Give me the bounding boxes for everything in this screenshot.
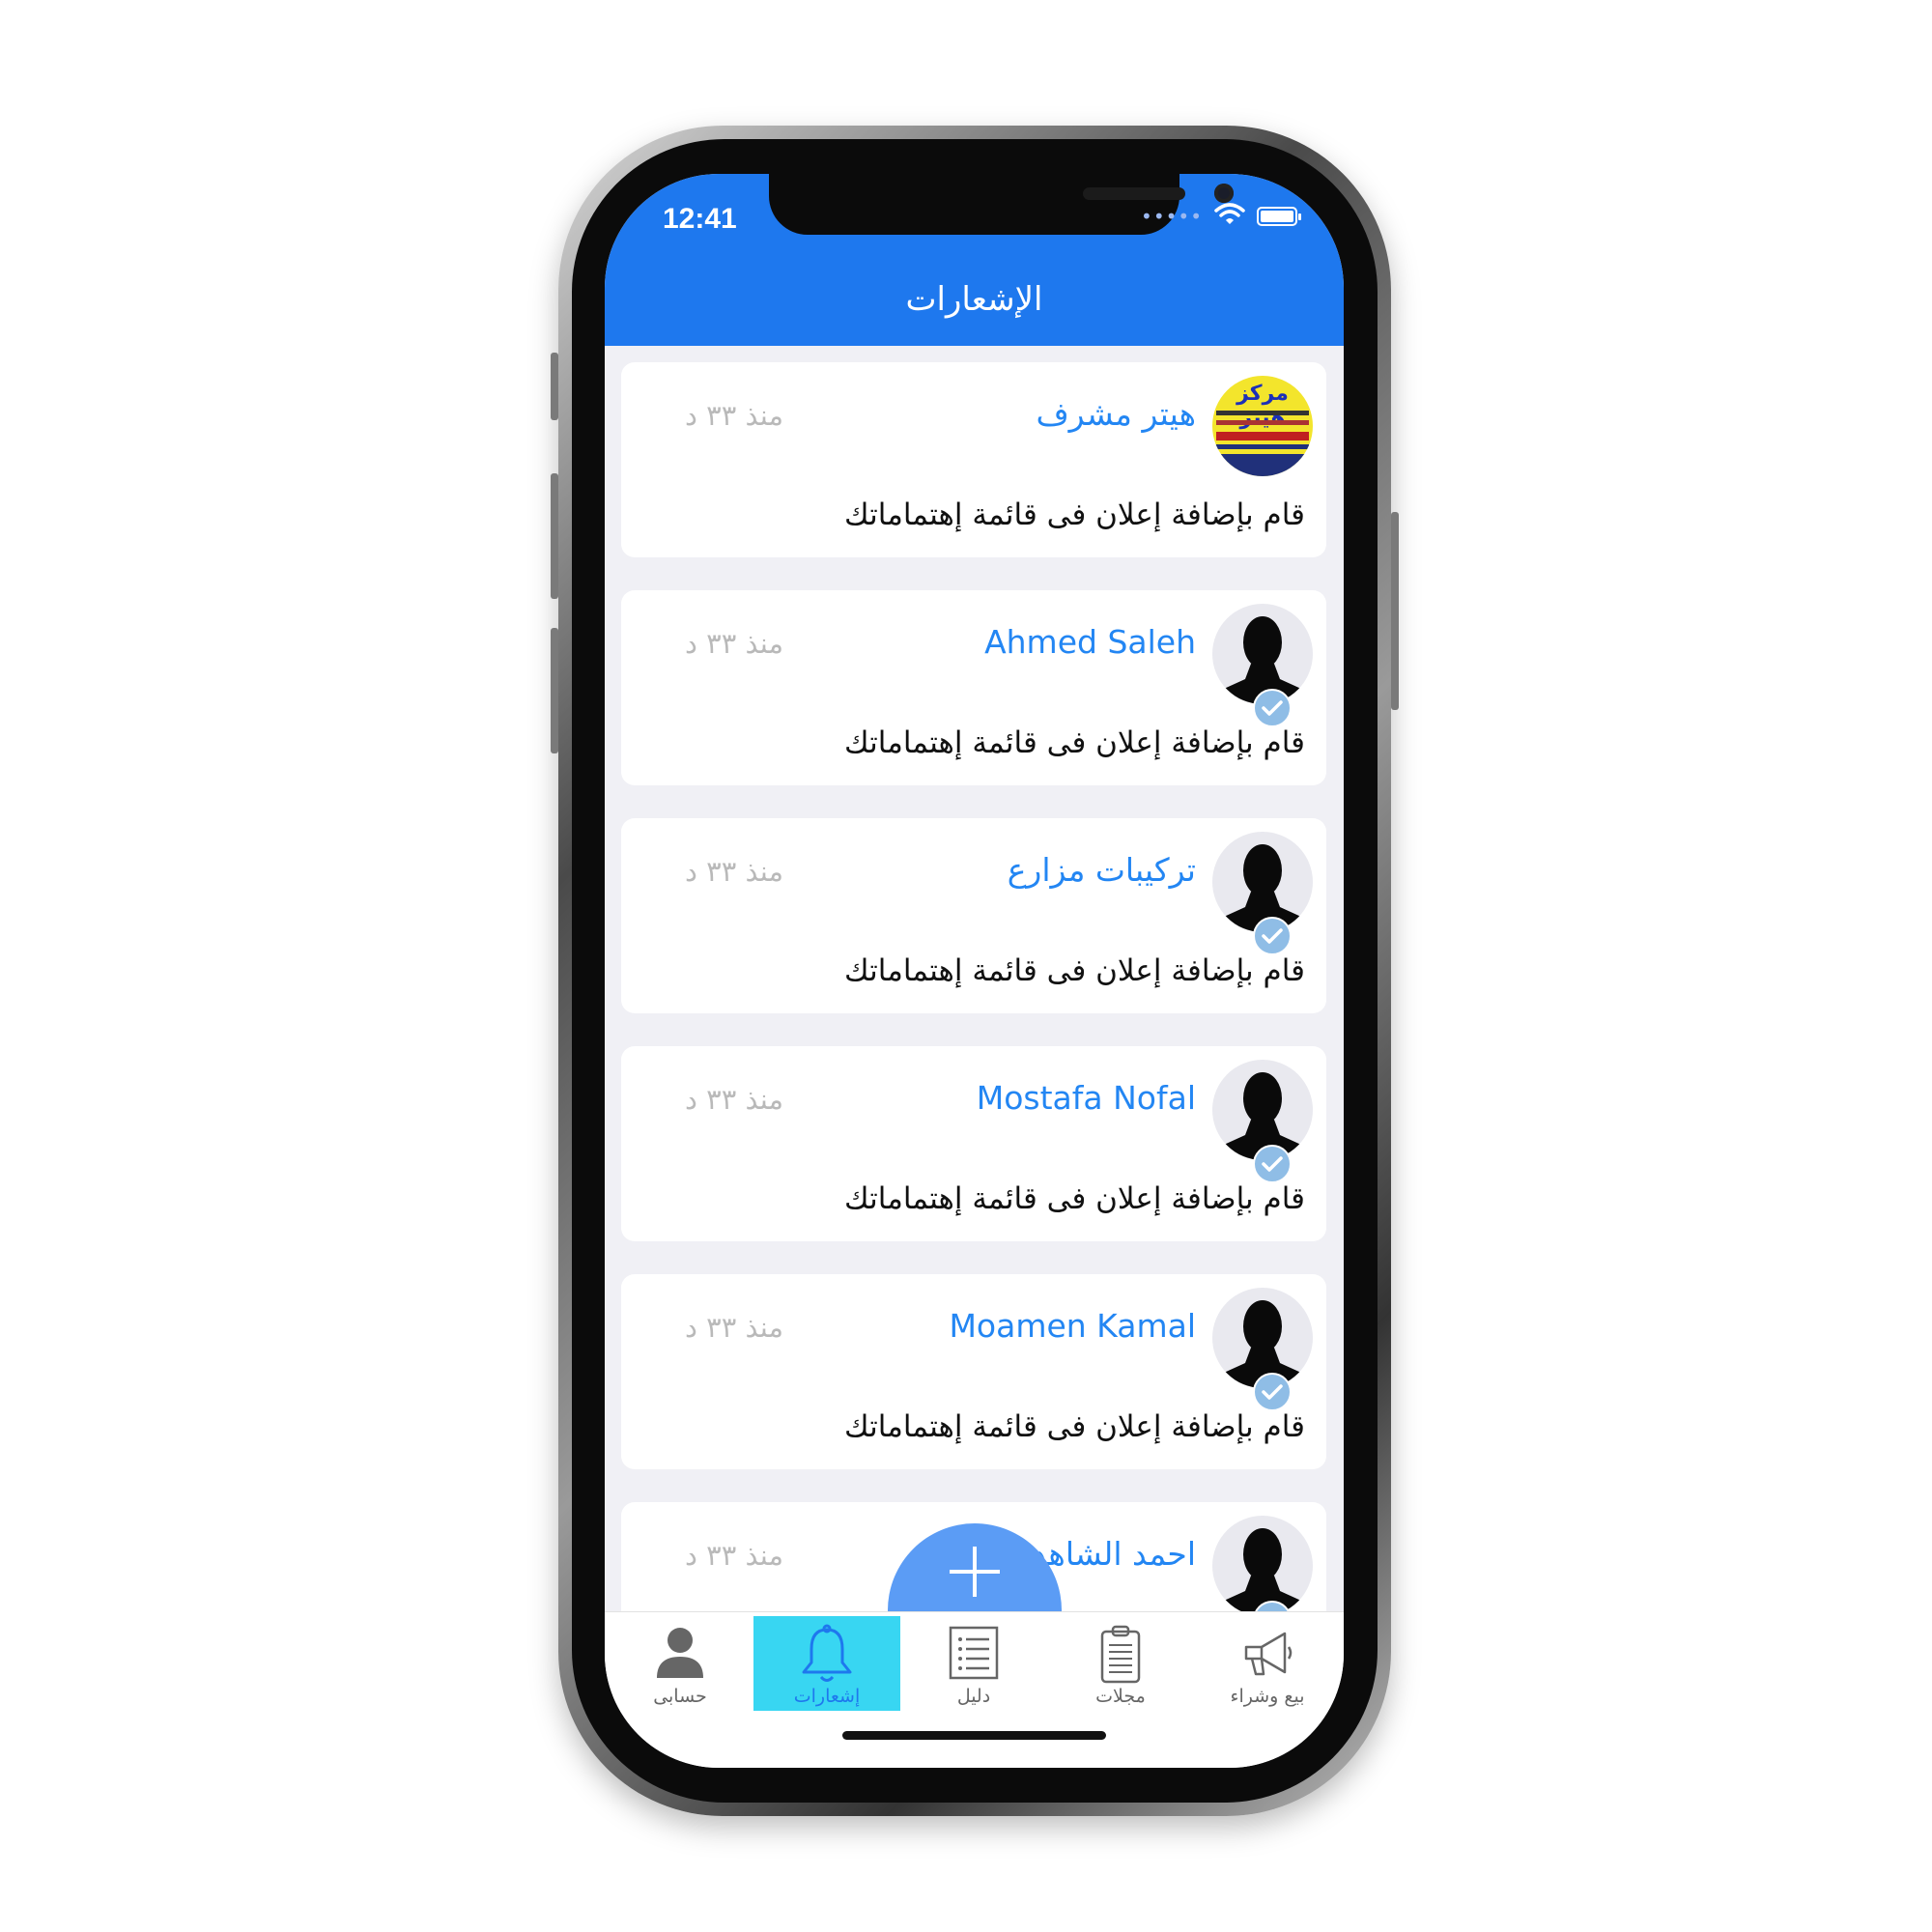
business-logo-icon: مركز هيتر	[1212, 376, 1313, 476]
power-button	[1391, 512, 1399, 710]
signal-dots: •••••	[1141, 205, 1203, 228]
verified-badge-icon	[1253, 1145, 1292, 1183]
tab-magazines[interactable]: مجلات	[1047, 1616, 1194, 1711]
notification-message: قام بإضافة إعلان فى قائمة إهتماماتك	[844, 1181, 1305, 1216]
sender-name[interactable]: هيتر مشرف	[1036, 395, 1196, 433]
notification-card[interactable]: مركز هيتر هيتر مشرف منذ ٣٣ د قام بإضافة …	[621, 362, 1326, 557]
bell-icon	[798, 1624, 856, 1690]
notification-message: قام بإضافة إعلان فى قائمة إهتماماتك	[844, 497, 1305, 532]
tab-notifications[interactable]: إشعارات	[753, 1616, 900, 1711]
bottom-tab-bar: حسابى إشعارات دليل مجلات بيع وشراء	[605, 1611, 1344, 1768]
verified-badge-icon	[1253, 1373, 1292, 1411]
tab-label: حسابى	[653, 1686, 707, 1707]
home-indicator[interactable]	[842, 1731, 1106, 1740]
wifi-icon	[1214, 203, 1245, 230]
avatar[interactable]	[1212, 1516, 1313, 1639]
timestamp: منذ ٣٣ د	[685, 627, 784, 660]
status-indicators: •••••	[1141, 203, 1301, 230]
notch	[769, 174, 1234, 235]
notification-card[interactable]: تركيبات مزارع منذ ٣٣ د قام بإضافة إعلان …	[621, 818, 1326, 1013]
page-title: الإشعارات	[905, 280, 1043, 319]
avatar[interactable]	[1212, 1060, 1313, 1183]
notification-card[interactable]: Moamen Kamal منذ ٣٣ د قام بإضافة إعلان ف…	[621, 1274, 1326, 1469]
user-icon	[651, 1624, 709, 1686]
volume-down-button	[551, 628, 558, 753]
avatar[interactable]	[1212, 832, 1313, 955]
verified-badge-icon	[1253, 917, 1292, 955]
sender-name[interactable]: Mostafa Nofal	[977, 1079, 1196, 1117]
list-icon	[947, 1624, 1001, 1686]
notification-message: قام بإضافة إعلان فى قائمة إهتماماتك	[844, 953, 1305, 988]
avatar[interactable]	[1212, 1288, 1313, 1411]
tab-label: إشعارات	[793, 1686, 861, 1707]
tab-account[interactable]: حسابى	[607, 1616, 753, 1711]
timestamp: منذ ٣٣ د	[685, 855, 784, 888]
tab-label: بيع وشراء	[1230, 1686, 1305, 1707]
clipboard-icon	[1096, 1624, 1145, 1688]
verified-badge-icon	[1253, 689, 1292, 727]
battery-icon	[1257, 207, 1301, 226]
sender-name[interactable]: تركيبات مزارع	[1008, 851, 1196, 889]
tab-label: دليل	[956, 1686, 991, 1707]
app-screen: 12:41 ••••• الإشعارات مركز هيتر هيتر مشر…	[605, 174, 1344, 1768]
front-camera	[1214, 184, 1234, 203]
timestamp: منذ ٣٣ د	[685, 399, 784, 432]
app-header: 12:41 ••••• الإشعارات	[605, 174, 1344, 346]
tab-directory[interactable]: دليل	[900, 1616, 1047, 1711]
avatar[interactable]	[1212, 604, 1313, 727]
sender-name[interactable]: Ahmed Saleh	[984, 623, 1196, 661]
notification-card[interactable]: Mostafa Nofal منذ ٣٣ د قام بإضافة إعلان …	[621, 1046, 1326, 1241]
timestamp: منذ ٣٣ د	[685, 1311, 784, 1344]
sender-name[interactable]: احمد الشاهد	[1032, 1535, 1196, 1573]
tab-buy-sell[interactable]: بيع وشراء	[1194, 1616, 1341, 1711]
avatar[interactable]: مركز هيتر	[1212, 376, 1313, 476]
timestamp: منذ ٣٣ د	[685, 1539, 784, 1572]
timestamp: منذ ٣٣ د	[685, 1083, 784, 1116]
notification-message: قام بإضافة إعلان فى قائمة إهتماماتك	[844, 1409, 1305, 1444]
earpiece-speaker	[1083, 187, 1185, 200]
notification-card[interactable]: Ahmed Saleh منذ ٣٣ د قام بإضافة إعلان فى…	[621, 590, 1326, 785]
tab-label: مجلات	[1095, 1686, 1146, 1707]
volume-up-button	[551, 473, 558, 599]
sender-name[interactable]: Moamen Kamal	[949, 1307, 1196, 1345]
status-time: 12:41	[663, 203, 737, 235]
notification-message: قام بإضافة إعلان فى قائمة إهتماماتك	[844, 725, 1305, 760]
megaphone-icon	[1238, 1624, 1296, 1686]
silent-switch	[551, 353, 558, 420]
